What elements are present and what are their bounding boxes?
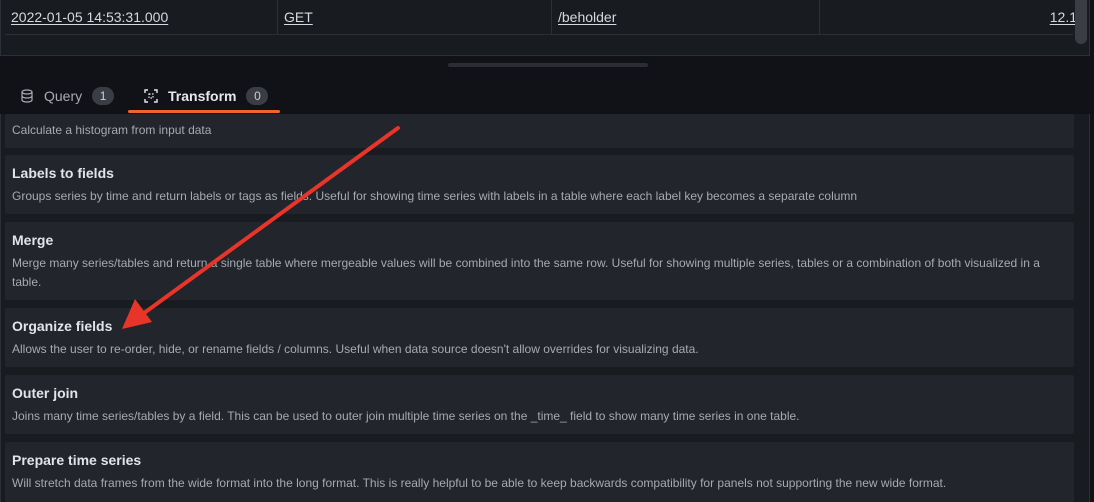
card-title: Labels to fields: [12, 165, 114, 181]
transformation-card-merge[interactable]: Merge Merge many series/tables and retur…: [5, 222, 1074, 300]
card-description: Calculate a histogram from input data: [12, 123, 212, 137]
card-title: Prepare time series: [12, 452, 142, 468]
transformation-card-histogram[interactable]: Calculate a histogram from input data: [5, 114, 1074, 148]
tab-query-count: 1: [92, 87, 115, 105]
table-panel: 2022-01-05 14:53:31.000 GET /beholder 12…: [0, 0, 1090, 56]
cell-time[interactable]: 2022-01-05 14:53:31.000: [5, 0, 277, 34]
transformation-card-organize-fields[interactable]: Organize fields Allows the user to re-or…: [5, 308, 1074, 367]
tab-transform[interactable]: Transform 0: [128, 80, 280, 112]
card-description: Joins many time series/tables by a field…: [12, 409, 800, 423]
tab-query[interactable]: Query 1: [20, 80, 115, 112]
table-row[interactable]: 2022-01-05 14:53:31.000 GET /beholder 12…: [5, 0, 1077, 35]
card-description: Allows the user to re-order, hide, or re…: [12, 342, 699, 356]
transformation-card-outer-join[interactable]: Outer join Joins many time series/tables…: [5, 375, 1074, 434]
cell-value[interactable]: 12.1: [819, 0, 1077, 34]
list-scrollbar[interactable]: [1077, 114, 1089, 502]
transformation-list: Calculate a histogram from input data La…: [0, 114, 1090, 502]
transformation-card-prepare-time-series[interactable]: Prepare time series Will stretch data fr…: [5, 442, 1074, 502]
card-description: Merge many series/tables and return a si…: [12, 256, 1040, 289]
card-description: Will stretch data frames from the wide f…: [12, 476, 947, 490]
tab-transform-label: Transform: [168, 88, 237, 104]
database-icon: [20, 89, 34, 103]
pane-resize-handle[interactable]: [448, 63, 648, 67]
transformation-card-labels-to-fields[interactable]: Labels to fields Groups series by time a…: [5, 155, 1074, 214]
card-description: Groups series by time and return labels …: [12, 189, 858, 203]
cell-path[interactable]: /beholder: [551, 0, 819, 34]
cell-method[interactable]: GET: [277, 0, 551, 34]
card-title: Outer join: [12, 385, 79, 401]
table-scrollbar[interactable]: [1075, 0, 1087, 44]
transform-icon: [144, 89, 158, 103]
tab-transform-count: 0: [246, 87, 269, 105]
tab-query-label: Query: [44, 88, 83, 104]
card-title: Organize fields: [12, 318, 113, 334]
active-tab-indicator: [128, 110, 280, 113]
card-title: Merge: [12, 232, 54, 248]
